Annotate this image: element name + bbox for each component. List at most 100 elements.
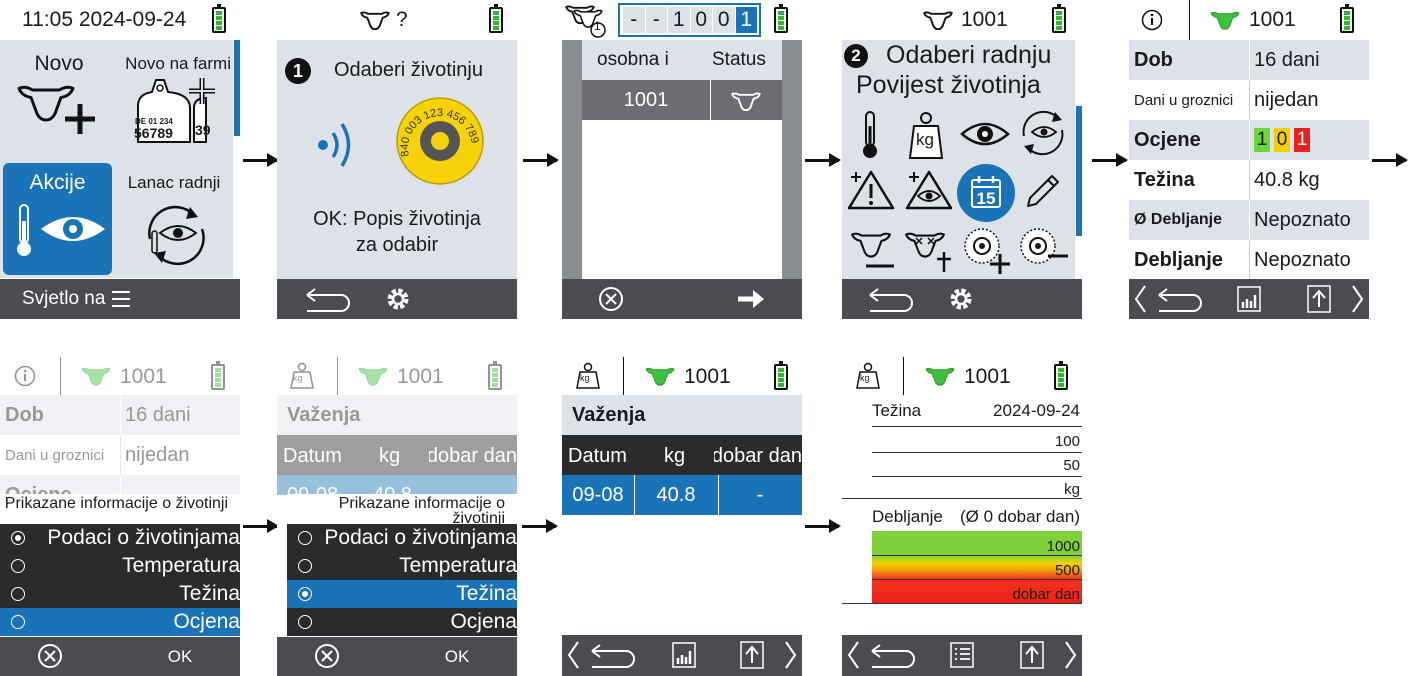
chevron-right-icon[interactable]	[1351, 279, 1365, 319]
status-bar: kg 1001	[562, 357, 802, 395]
tag-remove-icon[interactable]	[1018, 226, 1072, 276]
row-label: Ocjene	[1134, 129, 1201, 151]
battery-icon	[211, 361, 225, 390]
digit[interactable]: 1	[668, 7, 690, 33]
back-icon[interactable]	[870, 635, 916, 675]
col-status-header[interactable]: Status	[712, 49, 766, 71]
option-weight[interactable]: Težina	[287, 580, 517, 608]
weight-tick: 50	[1063, 457, 1080, 474]
ok-button[interactable]: OK	[437, 637, 477, 676]
digit-selected[interactable]: 1	[735, 7, 757, 33]
upload-icon[interactable]	[1020, 635, 1044, 675]
eye-icon[interactable]	[960, 118, 1010, 150]
list-icon[interactable]	[950, 635, 974, 675]
id-input[interactable]: - - 1 0 0 1	[618, 3, 761, 37]
upload-icon[interactable]	[740, 635, 764, 675]
light-toggle-button[interactable]: Svjetlo na	[22, 279, 105, 319]
flow-arrow	[523, 153, 559, 167]
option-temperature[interactable]: Temperatura	[287, 552, 517, 580]
scale-label: kg	[916, 130, 934, 149]
info-row-scores: Ocjene 1 0 1	[1129, 120, 1369, 160]
status-bar: kg 1001	[842, 357, 1082, 395]
status-bar: 1001	[1129, 0, 1369, 40]
warning-icon[interactable]	[846, 168, 896, 212]
weighings-header: Datum kg dobar dan	[277, 435, 517, 475]
cancel-icon[interactable]	[314, 637, 340, 676]
calendar-button[interactable]: 15	[957, 164, 1015, 222]
popup-title: Prikazane informacije o životinji	[287, 494, 517, 524]
thermometer-icon[interactable]	[858, 110, 882, 160]
back-icon[interactable]	[868, 279, 914, 319]
chevron-left-icon[interactable]	[1133, 279, 1147, 319]
chevron-right-icon[interactable]	[784, 635, 798, 675]
table-row[interactable]: 1001	[582, 80, 782, 120]
info-icon[interactable]	[1141, 9, 1163, 31]
scrollbar[interactable]	[234, 40, 240, 136]
gear-icon[interactable]	[385, 279, 411, 319]
col-daily-gain[interactable]: dobar dan	[714, 445, 802, 468]
col-kg[interactable]: kg	[664, 445, 685, 468]
digit[interactable]: 0	[690, 7, 712, 33]
ear-tag-icon: 840 003 123 456 789	[396, 97, 484, 185]
digit[interactable]: -	[645, 7, 667, 33]
cycle-eye-icon[interactable]	[1018, 108, 1068, 158]
option-score[interactable]: Ocjena	[0, 608, 240, 636]
ok-hint-line2: za odabir	[355, 234, 439, 256]
digit[interactable]: -	[623, 7, 645, 33]
digit[interactable]: 0	[713, 7, 735, 33]
info-row-gain: Debljanje Nepoznato	[1129, 240, 1369, 280]
observation-icon[interactable]	[904, 168, 954, 212]
radio-icon	[11, 587, 25, 601]
back-icon[interactable]	[590, 635, 636, 675]
cancel-icon[interactable]	[598, 279, 624, 319]
footer-bar	[277, 279, 517, 319]
option-animal-data[interactable]: Podaci o životinjama	[287, 524, 517, 552]
row-label: Težina	[1134, 169, 1195, 191]
cow-icon	[360, 11, 390, 30]
next-arrow-icon[interactable]	[736, 279, 766, 319]
tile-novo[interactable]: Novo	[0, 40, 118, 160]
chart-icon[interactable]	[672, 635, 696, 675]
tile-lanac-radnji[interactable]: Lanac radnji	[118, 163, 233, 275]
footer-bar	[842, 635, 1082, 676]
weighings-title: Važenja	[562, 395, 802, 435]
tile-novo-na-farmi[interactable]: Novo na farmi DE 01 234 56789 39	[118, 40, 233, 160]
pencil-icon[interactable]	[1022, 172, 1062, 212]
table-row[interactable]: 09-08 40.8 -	[562, 475, 802, 515]
option-animal-data[interactable]: Podaci o životinjama	[0, 524, 240, 552]
menu-icon[interactable]	[110, 279, 132, 319]
gear-icon[interactable]	[948, 279, 974, 319]
tile-lanac-label: Lanac radnji	[127, 173, 221, 192]
ok-hint-line1: OK: Popis životinja	[313, 208, 481, 230]
tile-akcije-label: Akcije	[29, 171, 86, 194]
back-icon[interactable]	[1157, 279, 1203, 319]
tag-add-icon[interactable]	[962, 226, 1014, 276]
screen-animal-list: 1 - - 1 0 0 1 osobna i Status 1001	[562, 0, 802, 319]
flow-arrow	[1092, 153, 1128, 167]
weighings-header: Datum kg dobar dan	[562, 435, 802, 475]
screen-animal-info: 1001 Dob 16 dani Dani u groznici nijedan O…	[1129, 0, 1369, 319]
option-score[interactable]: Ocjena	[287, 608, 517, 636]
chevron-left-icon[interactable]	[846, 635, 860, 675]
option-temperature[interactable]: Temperatura	[0, 552, 240, 580]
back-icon[interactable]	[305, 279, 351, 319]
cow-icon	[1210, 11, 1240, 30]
cancel-icon[interactable]	[37, 637, 63, 676]
cow-icon	[645, 367, 675, 386]
upload-icon[interactable]	[1307, 279, 1331, 319]
col-date[interactable]: Datum	[568, 445, 627, 468]
row-value: 16 dani	[125, 404, 191, 426]
history-heading: Povijest životinja	[856, 71, 1041, 99]
ok-button[interactable]: OK	[160, 637, 200, 676]
cow-death-icon[interactable]	[902, 228, 956, 276]
chevron-left-icon[interactable]	[566, 635, 580, 675]
option-weight[interactable]: Težina	[0, 580, 240, 608]
tile-akcije[interactable]: Akcije	[3, 163, 112, 275]
gain-tick: 1000	[1046, 538, 1080, 555]
chart-icon[interactable]	[1237, 279, 1261, 319]
col-id-header[interactable]: osobna i	[597, 49, 683, 71]
animal-id: 1001	[623, 89, 669, 111]
cow-remove-icon[interactable]	[848, 228, 898, 272]
scrollbar[interactable]	[1076, 106, 1082, 236]
chevron-right-icon[interactable]	[1064, 635, 1078, 675]
